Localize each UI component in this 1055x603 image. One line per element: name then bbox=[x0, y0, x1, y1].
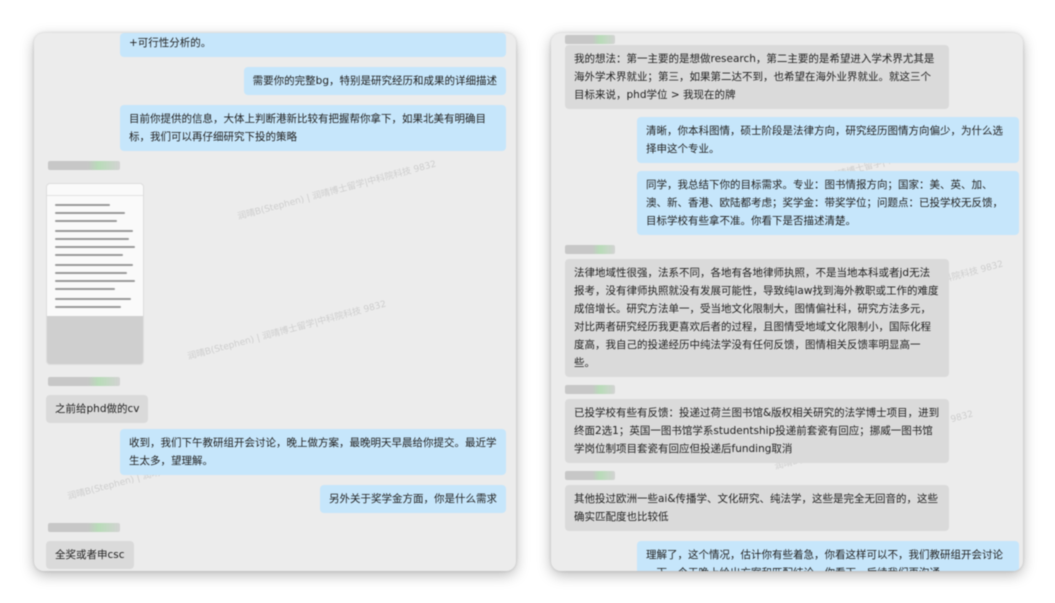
document-footer bbox=[47, 316, 143, 364]
document-line bbox=[55, 220, 117, 222]
document-line bbox=[55, 272, 127, 274]
chat-message-incoming[interactable]: 全奖或者申csc bbox=[46, 541, 134, 569]
chat-message-outgoing[interactable]: 另外关于奖学金方面，你是什么需求 bbox=[320, 485, 506, 513]
chat-message-outgoing[interactable]: 清晰，你本科图情，硕士阶段是法律方向，研究经历图情方向偏少，为什么选择申这个专业… bbox=[637, 117, 1019, 163]
sender-name bbox=[48, 523, 120, 532]
sender-name bbox=[565, 245, 615, 254]
chat-panel-right: 润晴B(Stephen) | 润晴博士留学|中科院科技 9832 润晴B(Ste… bbox=[551, 33, 1023, 571]
document-line bbox=[55, 298, 131, 300]
chat-message-incoming[interactable]: 已投学校有些有反馈：投递过荷兰图书馆&版权相关研究的法学博士项目，进到终面2选1… bbox=[565, 399, 949, 463]
chat-message-incoming[interactable]: 之前给phd做的cv bbox=[46, 395, 149, 423]
document-line bbox=[55, 288, 115, 290]
file-attachment-thumbnail[interactable] bbox=[46, 183, 144, 365]
chat-message-outgoing[interactable]: +可行性分析的。 bbox=[120, 33, 506, 57]
sender-name bbox=[565, 471, 615, 480]
chat-message-incoming[interactable]: 其他投过欧洲一些ai&传播学、文化研究、纯法学，这些是完全无回音的，这些确实匹配… bbox=[565, 485, 949, 531]
watermark: 润晴B(Stephen) | 润晴博士留学|中科院科技 9832 bbox=[186, 299, 388, 363]
document-line bbox=[55, 230, 133, 232]
sender-name bbox=[48, 377, 120, 386]
chat-message-incoming[interactable]: 我的想法：第一主要的是想做research，第二主要的是希望进入学术界尤其是海外… bbox=[565, 45, 949, 109]
chat-message-outgoing[interactable]: 目前你提供的信息，大体上判断港新比较有把握帮你拿下，如果北美有明确目标，我们可以… bbox=[120, 105, 506, 151]
document-line bbox=[55, 204, 110, 206]
sender-name bbox=[565, 385, 615, 394]
chat-message-outgoing[interactable]: 理解了，这个情况，估计你有些着急，你看这样可以不，我们教研组开会讨论一下，今天晚… bbox=[637, 541, 1019, 571]
watermark: 润晴B(Stephen) | 润晴博士留学|中科院科技 9832 bbox=[236, 159, 438, 223]
document-line bbox=[55, 280, 135, 282]
sender-name bbox=[565, 35, 615, 44]
sender-name bbox=[48, 161, 120, 170]
document-header bbox=[47, 184, 143, 196]
document-line bbox=[55, 254, 123, 256]
chat-message-outgoing[interactable]: 同学，我总结下你的目标需求。专业：图书情报方向；国家：美、英、加、澳、新、香港、… bbox=[637, 171, 1019, 235]
chat-message-outgoing[interactable]: 收到，我们下午教研组开会讨论，晚上做方案，最晚明天早晨给你提交。最近学生太多，望… bbox=[120, 429, 506, 475]
chat-message-incoming[interactable]: 法律地域性很强，法系不同，各地有各地律师执照，不是当地本科或者jd无法报考，没有… bbox=[565, 259, 949, 377]
chat-message-outgoing[interactable]: 需要你的完整bg，特别是研究经历和成果的详细描述 bbox=[243, 67, 506, 95]
chat-panel-left: 润晴B(Stephen) | 润晴博士留学|中科院科技 9832 润晴B(Ste… bbox=[34, 33, 516, 571]
document-line bbox=[55, 264, 133, 266]
document-line bbox=[55, 306, 121, 308]
document-line bbox=[55, 212, 125, 214]
document-line bbox=[55, 238, 129, 240]
document-line bbox=[55, 246, 135, 248]
